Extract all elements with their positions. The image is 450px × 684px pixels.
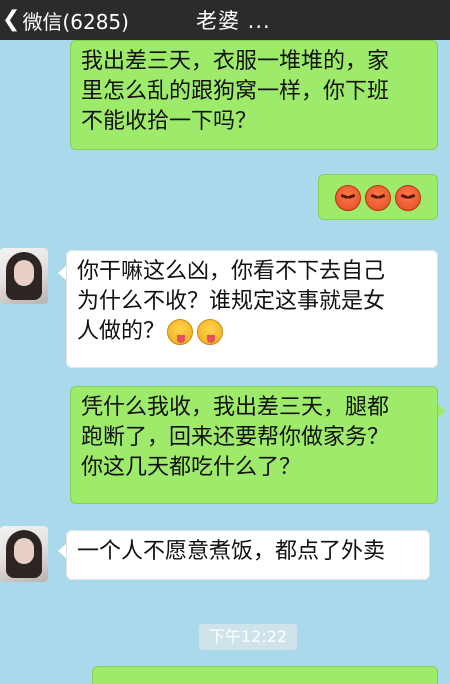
chat-title: 老婆 ...	[196, 9, 271, 33]
chat-header: ❮ 微信(6285) 老婆 ...	[0, 0, 450, 40]
back-button[interactable]: ❮ 微信(6285)	[0, 0, 129, 40]
their-message-bubble[interactable]: 一个人不愿意煮饭，都点了外卖	[66, 530, 430, 580]
tongue-face-icon	[167, 319, 194, 345]
message-list[interactable]: 我出差三天，衣服一堆堆的，家 里怎么乱的跟狗窝一样，你下班 不能收拾一下吗？ 你…	[0, 40, 450, 684]
message-text: 凭什么我收，我出差三天，腿都 跑断了，回来还要帮你做家务？ 你这几天都吃什么了？	[81, 395, 390, 480]
message-text: 我出差三天，衣服一堆堆的，家 里怎么乱的跟狗窝一样，你下班 不能收拾一下吗？	[81, 49, 390, 134]
timestamp: 下午12:22	[199, 624, 298, 650]
back-label: 微信(6285)	[22, 9, 129, 34]
message-text: 你干嘛这么凶，你看不下去自己 为什么不收？谁规定这事就是女 人做的？	[77, 259, 386, 344]
my-message-bubble[interactable]	[92, 666, 438, 684]
message-text: 一个人不愿意煮饭，都点了外卖	[77, 539, 386, 564]
angry-face-icon	[335, 185, 361, 211]
my-message-bubble[interactable]: 凭什么我收，我出差三天，腿都 跑断了，回来还要帮你做家务？ 你这几天都吃什么了？	[70, 386, 438, 504]
chevron-left-icon: ❮	[2, 7, 21, 32]
their-message-bubble[interactable]: 你干嘛这么凶，你看不下去自己 为什么不收？谁规定这事就是女 人做的？	[66, 250, 438, 368]
angry-face-icon	[365, 185, 391, 211]
avatar[interactable]	[0, 526, 48, 582]
my-message-bubble[interactable]	[318, 174, 438, 220]
tongue-face-icon	[197, 319, 224, 345]
avatar[interactable]	[0, 248, 48, 304]
my-message-bubble[interactable]: 我出差三天，衣服一堆堆的，家 里怎么乱的跟狗窝一样，你下班 不能收拾一下吗？	[70, 40, 438, 150]
angry-face-icon	[395, 185, 421, 211]
